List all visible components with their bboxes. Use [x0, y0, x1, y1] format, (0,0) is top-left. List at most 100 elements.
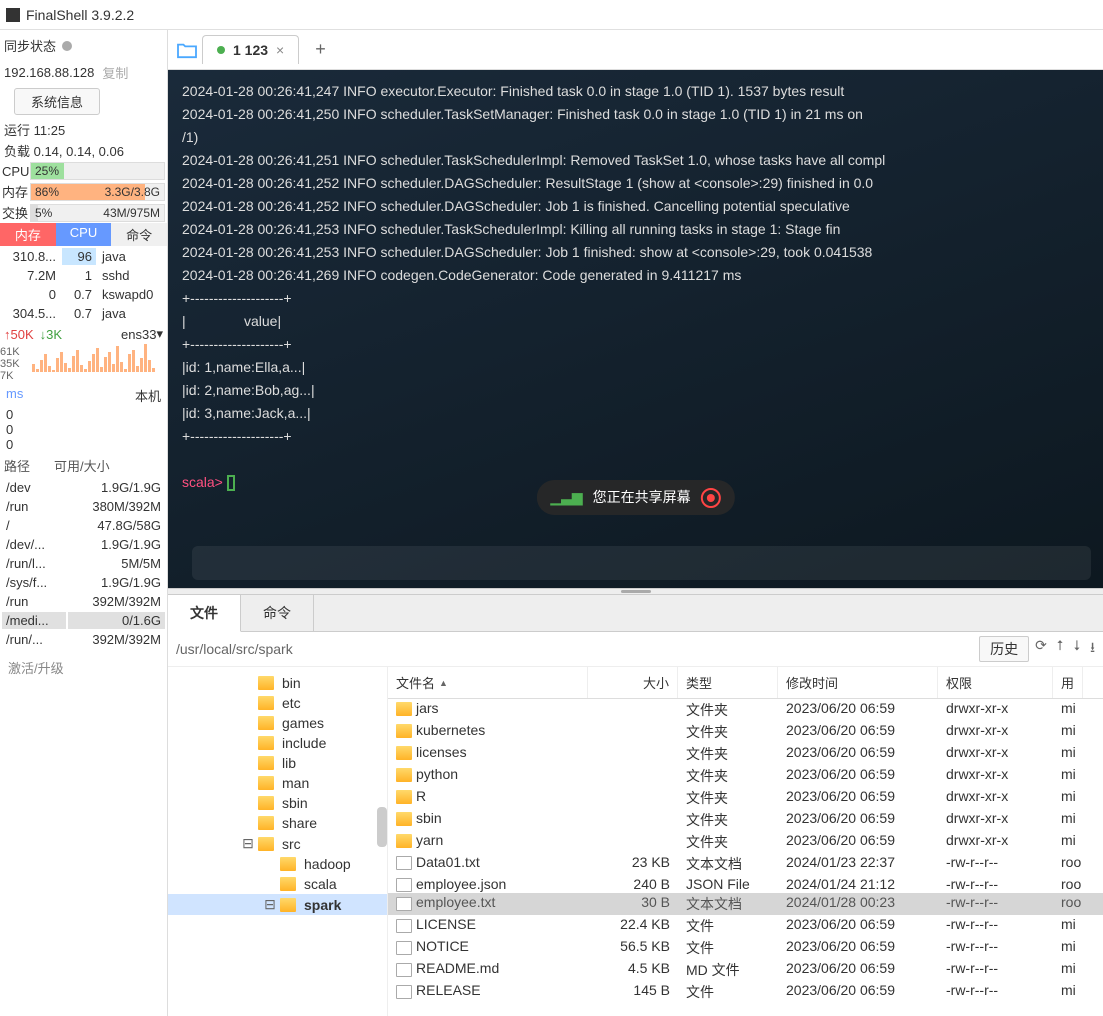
terminal[interactable]: 2024-01-28 00:26:41,247 INFO executor.Ex… [168, 70, 1103, 588]
file-list-header: 文件名 ▲ 大小 类型 修改时间 权限 用 [388, 667, 1103, 699]
file-icon [396, 963, 412, 977]
current-path[interactable]: /usr/local/src/spark [176, 641, 973, 657]
process-row[interactable]: 304.5...0.7java [2, 305, 165, 322]
local-label: 本机 [135, 386, 161, 405]
share-label: 您正在共享屏幕 [593, 486, 691, 509]
refresh-icon[interactable]: ⟳ [1035, 637, 1047, 661]
disk-row[interactable]: /run/l...5M/5M [2, 555, 165, 572]
col-size[interactable]: 大小 [588, 667, 678, 698]
file-row[interactable]: R文件夹2023/06/20 06:59drwxr-xr-xmi [388, 787, 1103, 809]
file-row[interactable]: LICENSE22.4 KB文件2023/06/20 06:59-rw-r--r… [388, 915, 1103, 937]
file-row[interactable]: kubernetes文件夹2023/06/20 06:59drwxr-xr-xm… [388, 721, 1103, 743]
disk-avail-header: 可用/大小 [54, 456, 110, 475]
mem-bar: 86% 3.3G/3.8G [30, 183, 165, 201]
title-bar: FinalShell 3.9.2.2 [0, 0, 1103, 30]
disk-row[interactable]: /dev1.9G/1.9G [2, 479, 165, 496]
file-row[interactable]: Data01.txt23 KB文本文档2024/01/23 22:37-rw-r… [388, 853, 1103, 875]
file-list[interactable]: 文件名 ▲ 大小 类型 修改时间 权限 用 jars文件夹2023/06/20 … [388, 667, 1103, 1016]
file-icon [396, 985, 412, 999]
net-sparkline [28, 344, 159, 374]
tree-node[interactable]: sbin [168, 793, 387, 813]
disk-row[interactable]: /run392M/392M [2, 593, 165, 610]
disk-table: /dev1.9G/1.9G/run380M/392M/47.8G/58G/dev… [0, 477, 167, 650]
col-name[interactable]: 文件名 ▲ [388, 667, 588, 698]
file-row[interactable]: sbin文件夹2023/06/20 06:59drwxr-xr-xmi [388, 809, 1103, 831]
folder-icon [396, 834, 412, 848]
file-row[interactable]: python文件夹2023/06/20 06:59drwxr-xr-xmi [388, 765, 1103, 787]
net-interface-select[interactable]: ens33 ▾ [121, 326, 163, 342]
folder-icon [396, 702, 412, 716]
tree-node[interactable]: scala [168, 874, 387, 894]
cpu-bar: 25% [30, 162, 165, 180]
sidebar: 同步状态 192.168.88.128 复制 系统信息 运行 11:25 负载 … [0, 30, 168, 1016]
terminal-tab[interactable]: 1 123 × [202, 35, 299, 64]
net-down: ↓3K [40, 327, 62, 342]
file-row[interactable]: licenses文件夹2023/06/20 06:59drwxr-xr-xmi [388, 743, 1103, 765]
tree-node[interactable]: bin [168, 673, 387, 693]
tree-node[interactable]: include [168, 733, 387, 753]
file-row[interactable]: yarn文件夹2023/06/20 06:59drwxr-xr-xmi [388, 831, 1103, 853]
disk-row[interactable]: /run/...392M/392M [2, 631, 165, 648]
cpu-label: CPU [2, 164, 28, 179]
copy-button[interactable]: 复制 [102, 63, 128, 82]
close-tab-icon[interactable]: × [276, 42, 284, 58]
process-row[interactable]: 310.8...96java [2, 248, 165, 265]
file-row[interactable]: README.md4.5 KBMD 文件2023/06/20 06:59-rw-… [388, 959, 1103, 981]
tree-node[interactable]: man [168, 773, 387, 793]
open-folder-icon[interactable] [176, 41, 198, 59]
tree-node[interactable]: ⊟spark [168, 894, 387, 915]
file-row[interactable]: RELEASE145 B文件2023/06/20 06:59-rw-r--r--… [388, 981, 1103, 1003]
col-perm[interactable]: 权限 [938, 667, 1053, 698]
process-row[interactable]: 00.7kswapd0 [2, 286, 165, 303]
system-info-button[interactable]: 系统信息 [14, 88, 100, 115]
sort-asc-icon: ▲ [439, 678, 448, 688]
tab-cpu[interactable]: CPU [56, 223, 112, 246]
mem-label: 内存 [2, 182, 28, 201]
history-button[interactable]: 历史 [979, 636, 1029, 662]
folder-icon [396, 812, 412, 826]
app-icon [6, 8, 20, 22]
folder-icon [396, 746, 412, 760]
download-all-icon[interactable]: ⭳ [1090, 637, 1095, 661]
col-date[interactable]: 修改时间 [778, 667, 938, 698]
tab-commands[interactable]: 命令 [241, 595, 314, 631]
file-panel: 文件 命令 /usr/local/src/spark 历史 ⟳ ⭡ ⭣ ⭳ bi… [168, 595, 1103, 1016]
tree-node[interactable]: lib [168, 753, 387, 773]
file-row[interactable]: jars文件夹2023/06/20 06:59drwxr-xr-xmi [388, 699, 1103, 721]
terminal-input-bar[interactable] [192, 546, 1091, 580]
file-row[interactable]: employee.txt30 B文本文档2024/01/28 00:23-rw-… [388, 893, 1103, 915]
file-row[interactable]: NOTICE56.5 KB文件2023/06/20 06:59-rw-r--r-… [388, 937, 1103, 959]
disk-row[interactable]: /medi...0/1.6G [2, 612, 165, 629]
tree-scrollbar[interactable] [377, 807, 387, 847]
folder-icon [396, 768, 412, 782]
activate-link[interactable]: 激活/升级 [0, 650, 167, 685]
file-icon [396, 919, 412, 933]
file-row[interactable]: employee.json240 BJSON File2024/01/24 21… [388, 875, 1103, 893]
col-type[interactable]: 类型 [678, 667, 778, 698]
signal-icon: ▁▃▆ [550, 486, 582, 509]
stop-share-icon[interactable] [701, 488, 721, 508]
tab-command[interactable]: 命令 [111, 223, 167, 246]
tree-node[interactable]: share [168, 813, 387, 833]
folder-tree[interactable]: binetcgamesincludelibmansbinshare⊟srchad… [168, 667, 388, 1016]
file-icon [396, 897, 412, 911]
tab-memory[interactable]: 内存 [0, 223, 56, 246]
col-user[interactable]: 用 [1053, 667, 1083, 698]
file-icon [396, 941, 412, 955]
download-icon[interactable]: ⭣ [1074, 637, 1081, 661]
disk-row[interactable]: /47.8G/58G [2, 517, 165, 534]
tree-node[interactable]: etc [168, 693, 387, 713]
process-row[interactable]: 7.2M1sshd [2, 267, 165, 284]
new-tab-button[interactable]: + [303, 33, 338, 66]
folder-icon [396, 790, 412, 804]
disk-row[interactable]: /dev/...1.9G/1.9G [2, 536, 165, 553]
tab-files[interactable]: 文件 [168, 595, 241, 632]
disk-row[interactable]: /run380M/392M [2, 498, 165, 515]
upload-icon[interactable]: ⭡ [1057, 637, 1064, 661]
disk-row[interactable]: /sys/f...1.9G/1.9G [2, 574, 165, 591]
disk-path-header: 路径 [4, 456, 54, 475]
tree-node[interactable]: games [168, 713, 387, 733]
splitter[interactable] [168, 588, 1103, 595]
tree-node[interactable]: ⊟src [168, 833, 387, 854]
tree-node[interactable]: hadoop [168, 854, 387, 874]
